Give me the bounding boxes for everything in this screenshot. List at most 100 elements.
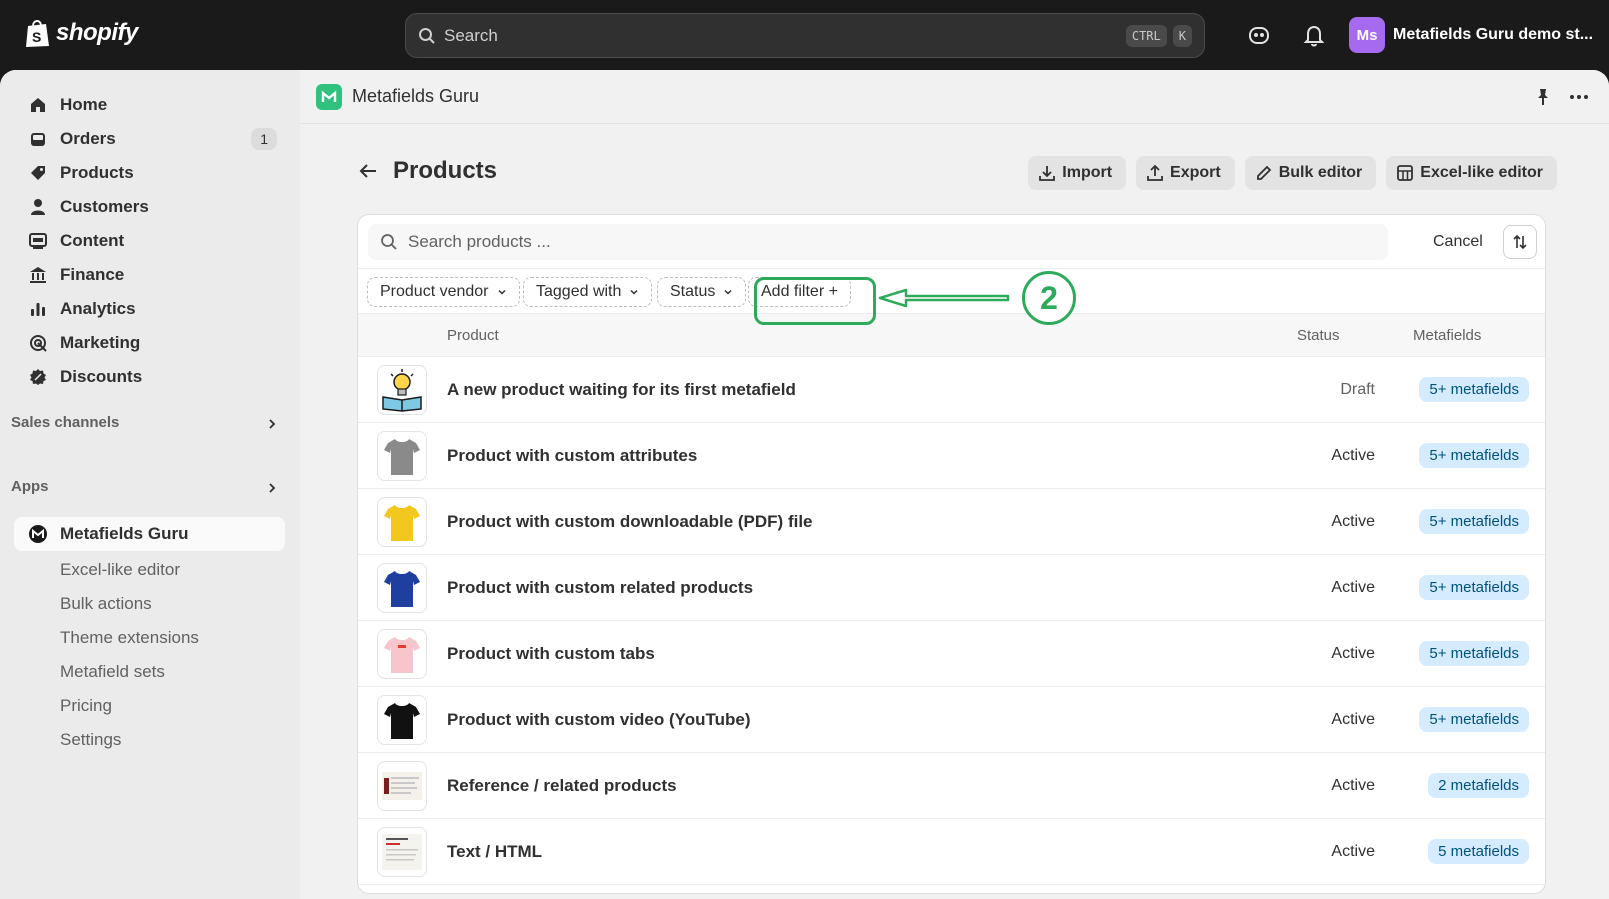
bulk-editor-button[interactable]: Bulk editor <box>1244 156 1377 190</box>
sidebar-item-home[interactable]: Home <box>14 88 285 122</box>
annotation-arrow-icon <box>878 288 1010 308</box>
back-arrow-icon[interactable] <box>357 160 379 182</box>
table-row[interactable]: Text / HTML Active 5 metafields <box>358 819 1545 885</box>
chevron-right-icon[interactable] <box>266 418 278 430</box>
discount-icon <box>30 369 46 385</box>
sidebar-subitem-pricing[interactable]: Pricing <box>60 696 112 716</box>
import-button[interactable]: Import <box>1028 156 1127 190</box>
table-row[interactable]: Product with custom tabs Active 5+ metaf… <box>358 621 1545 687</box>
metafields-badge[interactable]: 5+ metafields <box>1419 641 1529 666</box>
top-bar: S shopify Search CTRL K Ms Metafields Gu… <box>0 0 1609 70</box>
product-title[interactable]: Product with custom related products <box>447 578 753 598</box>
document-image <box>382 772 422 800</box>
search-icon <box>381 234 397 250</box>
table-row[interactable]: Product with custom downloadable (PDF) f… <box>358 489 1545 555</box>
product-title[interactable]: Product with custom video (YouTube) <box>447 710 750 730</box>
sidebar-subitem-theme-extensions[interactable]: Theme extensions <box>60 628 199 648</box>
tshirt-image <box>384 637 420 673</box>
product-title[interactable]: Reference / related products <box>447 776 677 796</box>
page-actions: Import Export Bulk editor Excel-like edi… <box>1028 156 1557 190</box>
metafields-guru-logo-icon <box>316 83 342 110</box>
sidebar-item-analytics[interactable]: Analytics <box>14 292 285 326</box>
shopify-logo[interactable]: S shopify <box>24 18 138 48</box>
product-title[interactable]: Product with custom tabs <box>447 644 655 664</box>
pin-icon[interactable] <box>1533 87 1553 107</box>
page-title-row: Products <box>357 157 497 185</box>
chevron-down-icon <box>497 289 506 295</box>
product-title[interactable]: Text / HTML <box>447 842 542 862</box>
metafields-badge[interactable]: 5 metafields <box>1428 839 1529 864</box>
column-header-metafields[interactable]: Metafields <box>1413 327 1481 344</box>
sidebar-item-orders[interactable]: Orders 1 <box>14 122 285 156</box>
table-row[interactable]: Product with custom video (YouTube) Acti… <box>358 687 1545 753</box>
sidebar-subitem-metafield-sets[interactable]: Metafield sets <box>60 662 165 682</box>
product-status: Active <box>1331 579 1375 596</box>
table-icon <box>1397 165 1414 181</box>
column-header-product[interactable]: Product <box>447 327 499 344</box>
sidebar-item-finance[interactable]: Finance <box>14 258 285 292</box>
tshirt-image <box>384 505 420 541</box>
chevron-down-icon <box>630 289 638 295</box>
search-icon <box>419 27 435 44</box>
filter-label: Product vendor <box>380 283 489 300</box>
filter-tagged-with[interactable]: Tagged with <box>523 277 653 307</box>
sidekick-icon[interactable] <box>1246 22 1272 48</box>
brand-text: shopify <box>56 19 138 46</box>
sidebar-item-customers[interactable]: Customers <box>14 190 285 224</box>
global-search[interactable]: Search CTRL K <box>405 13 1205 58</box>
sidebar-subitem-settings[interactable]: Settings <box>60 730 121 750</box>
product-search-input[interactable]: Search products ... <box>368 224 1388 260</box>
product-status: Active <box>1331 447 1375 464</box>
sidebar-item-products[interactable]: Products <box>14 156 285 190</box>
add-filter-highlight <box>754 277 876 325</box>
shortcut-k: K <box>1172 24 1192 47</box>
table-row[interactable]: A new product waiting for its first meta… <box>358 357 1545 423</box>
sidebar-item-content[interactable]: Content <box>14 224 285 258</box>
table-row[interactable]: Product with custom attributes Active 5+… <box>358 423 1545 489</box>
search-placeholder: Search products ... <box>408 232 551 251</box>
filter-status[interactable]: Status <box>657 277 747 307</box>
column-header-status[interactable]: Status <box>1297 327 1340 344</box>
bar-chart-icon <box>31 303 45 316</box>
products-card: Search products ... Cancel Product vendo… <box>357 214 1546 894</box>
table-row[interactable]: Product with custom related products Act… <box>358 555 1545 621</box>
product-status: Active <box>1331 777 1375 794</box>
export-label: Export <box>1170 164 1221 181</box>
metafields-badge[interactable]: 5+ metafields <box>1419 707 1529 732</box>
tshirt-image <box>384 703 420 739</box>
pencil-icon <box>1256 165 1271 180</box>
orders-icon <box>31 133 45 146</box>
sort-button[interactable] <box>1503 225 1537 259</box>
sidebar-item-discounts[interactable]: Discounts <box>14 360 285 394</box>
sidebar-item-marketing[interactable]: Marketing <box>14 326 285 360</box>
bank-icon <box>30 267 46 283</box>
sales-channels-heading[interactable]: Sales channels <box>11 414 119 431</box>
chevron-right-icon[interactable] <box>266 482 278 494</box>
metafields-badge[interactable]: 5+ metafields <box>1419 443 1529 468</box>
cancel-button[interactable]: Cancel <box>1433 233 1483 251</box>
export-button[interactable]: Export <box>1136 156 1235 190</box>
filter-product-vendor[interactable]: Product vendor <box>367 277 520 307</box>
sidebar-item-label: Metafields Guru <box>60 524 189 543</box>
product-title[interactable]: A new product waiting for its first meta… <box>447 380 796 400</box>
sidebar-item-metafields-guru[interactable]: Metafields Guru <box>14 517 285 551</box>
table-row[interactable]: Reference / related products Active 2 me… <box>358 753 1545 819</box>
sidebar-subitem-bulk-actions[interactable]: Bulk actions <box>60 594 152 614</box>
sidebar-subitem-excel-like-editor[interactable]: Excel-like editor <box>60 560 180 580</box>
metafields-badge[interactable]: 2 metafields <box>1428 773 1529 798</box>
target-icon <box>30 335 47 352</box>
excel-like-editor-button[interactable]: Excel-like editor <box>1386 156 1557 190</box>
bell-icon[interactable] <box>1301 22 1327 48</box>
product-title[interactable]: Product with custom attributes <box>447 446 697 466</box>
apps-heading[interactable]: Apps <box>11 478 49 495</box>
product-title[interactable]: Product with custom downloadable (PDF) f… <box>447 512 813 532</box>
metafields-badge[interactable]: 5+ metafields <box>1419 377 1529 402</box>
store-menu[interactable]: Ms Metafields Guru demo st... <box>1349 17 1593 53</box>
step-number-badge: 2 <box>1022 271 1076 325</box>
metafields-badge[interactable]: 5+ metafields <box>1419 509 1529 534</box>
metafields-badge[interactable]: 5+ metafields <box>1419 575 1529 600</box>
more-horizontal-icon[interactable] <box>1568 87 1590 107</box>
shortcut-ctrl: CTRL <box>1125 24 1167 47</box>
sidebar: Home Orders 1 Products Customers Content… <box>0 70 300 899</box>
home-icon <box>31 98 45 112</box>
